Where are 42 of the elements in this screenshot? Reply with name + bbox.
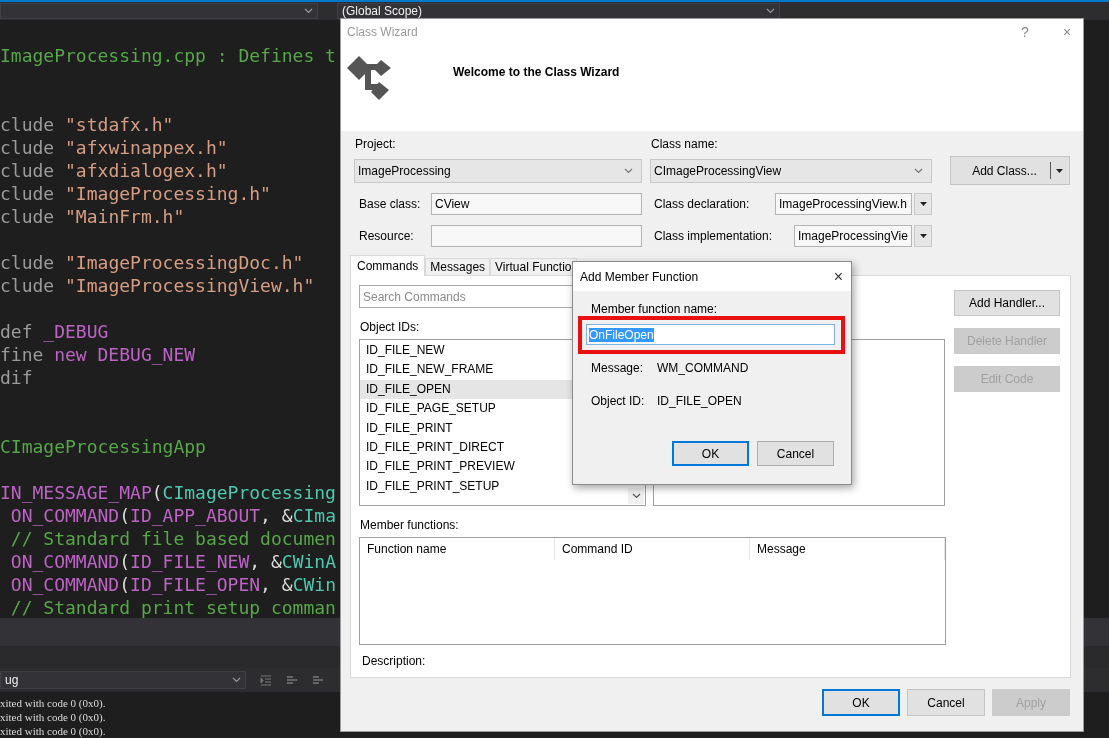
- code-line: clude "ImageProcessing.h": [0, 181, 271, 205]
- wizard-heading: Welcome to the Class Wizard: [453, 64, 620, 79]
- placeholder-text: Search Commands: [363, 289, 466, 304]
- scope-text: (Global Scope): [342, 3, 423, 18]
- code-line: ON_COMMAND(ID_FILE_OPEN, &CWin: [9, 572, 336, 596]
- code-line: clude "MainFrm.h": [0, 204, 185, 228]
- field-label: Class name:: [651, 137, 718, 151]
- field-label: Resource:: [358, 229, 415, 243]
- code-line: ImageProcessing.cpp : Defines t: [0, 43, 336, 67]
- code-line: dif: [0, 365, 33, 389]
- selected-text: OnFileOpen: [589, 327, 654, 342]
- code-line: // Standard print setup comman: [9, 595, 336, 618]
- field-label: Project:: [354, 137, 397, 151]
- field-label: Message:: [591, 361, 645, 375]
- dropdown-value: CImageProcessingView: [654, 163, 782, 178]
- code-line: ON_COMMAND(ID_APP_ABOUT, &CIma: [9, 503, 336, 527]
- section-label: Member functions:: [359, 518, 460, 532]
- configuration-text: ug: [5, 673, 19, 687]
- list-label: Object IDs:: [359, 320, 421, 334]
- code-line: def _DEBUG: [0, 319, 109, 343]
- output-line: xited with code 0 (0x0).: [0, 696, 106, 710]
- field-label: Base class:: [358, 197, 422, 211]
- field-value: ID_FILE_OPEN: [657, 394, 742, 408]
- field-label: Class implementation:: [654, 229, 774, 243]
- dialog-title: Add Member Function: [580, 269, 700, 284]
- code-line: ON_COMMAND(ID_FILE_NEW, &CWinA: [9, 549, 336, 573]
- code-line: clude "afxdialogex.h": [0, 158, 228, 182]
- window-title: Class Wizard: [347, 25, 419, 39]
- code-line: fine new DEBUG_NEW: [0, 342, 196, 366]
- field-value: WM_COMMAND: [657, 361, 749, 375]
- code-line: clude "afxwinappex.h": [0, 135, 228, 159]
- field-label: Class declaration:: [654, 197, 751, 211]
- code-line: clude "stdafx.h": [0, 112, 174, 136]
- code-line: CImageProcessingApp: [0, 434, 206, 458]
- dropdown-value: ImageProcessing: [358, 163, 451, 178]
- code-line: // Standard file based documen: [9, 526, 336, 550]
- code-line: clude "ImageProcessingDoc.h": [0, 250, 304, 274]
- output-line: xited with code 0 (0x0).: [0, 724, 106, 738]
- section-label: Description:: [361, 654, 427, 668]
- code-line: clude "ImageProcessingView.h": [0, 273, 315, 297]
- output-line: xited with code 0 (0x0).: [0, 710, 106, 724]
- code-line: IN_MESSAGE_MAP(CImageProcessing: [0, 480, 336, 504]
